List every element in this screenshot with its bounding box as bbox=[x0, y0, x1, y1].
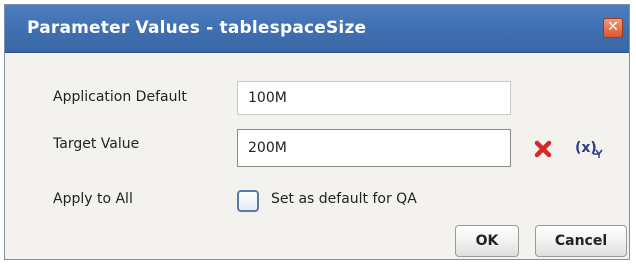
application-default-label: Application Default bbox=[53, 89, 187, 105]
ok-button[interactable]: OK bbox=[455, 225, 519, 257]
application-default-field[interactable]: 100M bbox=[237, 81, 511, 115]
variable-icon[interactable]: (x) bbox=[573, 136, 603, 160]
target-value-label: Target Value bbox=[53, 136, 140, 152]
clear-x-icon[interactable] bbox=[533, 139, 553, 159]
cancel-button[interactable]: Cancel bbox=[535, 225, 627, 257]
set-default-checkbox[interactable] bbox=[237, 190, 259, 212]
dialog-titlebar: Parameter Values - tablespaceSize ✕ bbox=[5, 5, 629, 53]
dialog-title: Parameter Values - tablespaceSize bbox=[27, 18, 367, 38]
target-value-input[interactable]: 200M bbox=[237, 129, 511, 167]
parameter-values-dialog: Parameter Values - tablespaceSize ✕ Appl… bbox=[4, 4, 630, 260]
close-icon[interactable]: ✕ bbox=[603, 18, 623, 38]
set-default-checkbox-label[interactable]: Set as default for QA bbox=[271, 191, 417, 207]
apply-to-all-label: Apply to All bbox=[53, 191, 133, 207]
